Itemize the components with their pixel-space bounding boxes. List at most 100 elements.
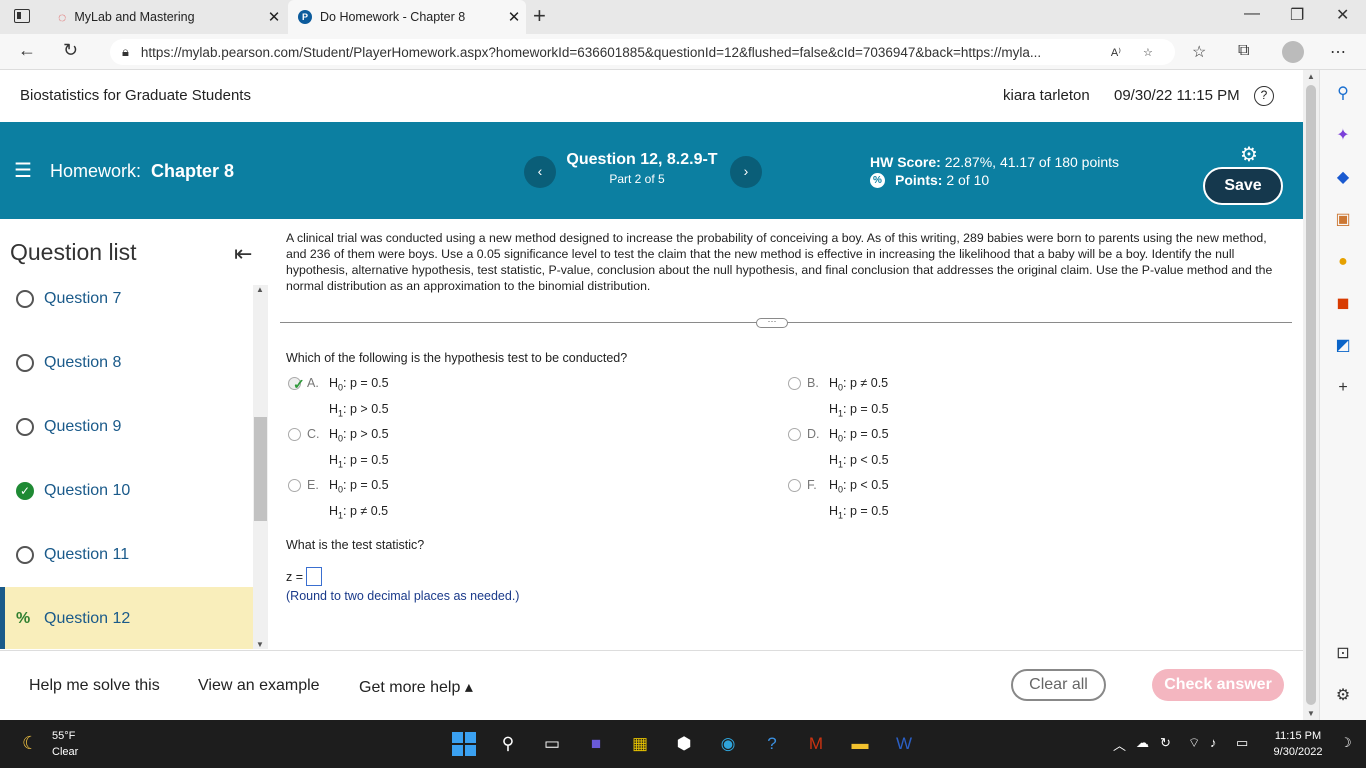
battery-icon[interactable]: ▭ (1236, 735, 1248, 751)
option-d[interactable]: D. H0: p = 0.5 H1: p < 0.5 (788, 424, 889, 475)
back-icon[interactable]: ← (18, 40, 36, 61)
volume-icon[interactable]: ♪ (1210, 735, 1217, 750)
games-icon[interactable]: ● (1333, 252, 1353, 272)
search-icon[interactable]: ⚲ (1333, 84, 1353, 104)
question-item-8[interactable]: Question 8 (0, 331, 253, 395)
scroll-up-arrow-icon[interactable]: ▲ (256, 285, 264, 294)
search-icon[interactable]: ⚲ (496, 732, 520, 756)
user-name: kiara tarleton (1003, 87, 1090, 104)
course-header: Biostatistics for Graduate Students kiar… (0, 70, 1303, 122)
scroll-down-arrow-icon[interactable]: ▼ (1307, 709, 1315, 718)
lock-icon[interactable]: 🔒︎ (122, 44, 129, 60)
tools-icon[interactable]: ▣ (1333, 210, 1353, 230)
selected-radio[interactable]: ✓ (288, 376, 305, 392)
app-icon[interactable]: ⬢ (672, 732, 696, 756)
add-favorite-icon[interactable]: ☆ (1143, 46, 1153, 59)
action-bar: Help me solve this View an example Get m… (0, 650, 1303, 720)
notifications-icon[interactable]: ☽ (1340, 735, 1352, 751)
question-item-9[interactable]: Question 9 (0, 395, 253, 459)
restore-icon[interactable]: ❐ (1290, 5, 1304, 25)
new-tab-icon[interactable]: + (533, 3, 546, 29)
z-answer-input[interactable] (306, 567, 323, 586)
checkmark-icon: ✓ (293, 376, 305, 392)
copilot-icon[interactable]: ✦ (1333, 126, 1353, 146)
question-item-label: Question 12 (44, 610, 131, 627)
expand-dots-icon[interactable]: ··· (756, 317, 788, 328)
unanswered-icon (16, 546, 34, 564)
question-item-10[interactable]: ✓ Question 10 (0, 459, 253, 523)
question-list-scrollbar[interactable]: ▲ ▼ (253, 285, 268, 649)
option-e[interactable]: E. H0: p = 0.5 H1: p ≠ 0.5 (288, 475, 389, 526)
radio-button[interactable] (288, 428, 301, 441)
page-scrollbar[interactable]: ▲ ▼ (1303, 70, 1319, 720)
save-button[interactable]: Save (1203, 167, 1283, 205)
get-more-help-link[interactable]: Get more help ▴ (359, 677, 473, 697)
taskbar-clock[interactable]: 11:15 PM 9/30/2022 (1262, 728, 1334, 760)
browser-tab-homework[interactable]: P Do Homework - Chapter 8 ✕ (288, 0, 526, 34)
task-view-icon[interactable]: ▭ (540, 732, 564, 756)
moon-weather-icon[interactable]: ☾ (22, 733, 38, 754)
option-letter: F. (807, 478, 817, 492)
collections-icon[interactable]: ⧉ (1238, 42, 1249, 60)
option-c[interactable]: C. H0: p > 0.5 H1: p = 0.5 (288, 424, 389, 475)
close-tab-icon[interactable]: ✕ (262, 8, 286, 26)
check-answer-button[interactable]: Check answer (1152, 669, 1284, 701)
collapse-panel-icon[interactable]: ⇤ (234, 241, 252, 267)
close-tab-icon[interactable]: ✕ (502, 8, 526, 26)
store-icon[interactable]: ▦ (628, 732, 652, 756)
file-explorer-icon[interactable]: ▬ (848, 732, 872, 756)
onedrive-icon[interactable]: ☁ (1136, 735, 1149, 751)
radio-button[interactable] (788, 377, 801, 390)
mcafee-icon[interactable]: M (804, 732, 828, 756)
page-scrollbar-thumb[interactable] (1306, 85, 1316, 705)
help-app-icon[interactable]: ? (760, 732, 784, 756)
window-close-icon[interactable]: ✕ (1336, 5, 1349, 25)
scroll-down-arrow-icon[interactable]: ▼ (256, 640, 264, 649)
course-title: Biostatistics for Graduate Students (20, 87, 251, 104)
start-button-icon[interactable] (452, 732, 476, 756)
option-hypotheses: H0: p < 0.5 H1: p = 0.5 (829, 478, 889, 520)
scroll-up-arrow-icon[interactable]: ▲ (1307, 72, 1315, 81)
favorites-icon[interactable]: ☆ (1192, 42, 1206, 62)
minimize-icon[interactable]: — (1244, 5, 1260, 23)
tray-chevron-icon[interactable]: ︿ (1113, 735, 1126, 754)
option-b[interactable]: B. H0: p ≠ 0.5 H1: p = 0.5 (788, 373, 889, 424)
question-item-11[interactable]: Question 11 (0, 523, 253, 587)
radio-button[interactable] (788, 479, 801, 492)
sync-icon[interactable]: ↻ (1160, 735, 1171, 751)
weather-condition: Clear (52, 746, 79, 758)
edge-icon[interactable]: ◉ (716, 732, 740, 756)
question-item-12[interactable]: % Question 12 (0, 587, 253, 649)
shopping-icon[interactable]: ◆ (1333, 168, 1353, 188)
hide-sidebar-icon[interactable]: ⊡ (1333, 644, 1353, 664)
menu-icon[interactable]: ☰ (14, 158, 32, 183)
clear-all-button[interactable]: Clear all (1011, 669, 1106, 701)
help-me-solve-link[interactable]: Help me solve this (29, 677, 160, 695)
profile-avatar[interactable] (1282, 41, 1304, 63)
read-aloud-icon[interactable]: A⁾ (1111, 46, 1121, 59)
office-icon[interactable]: ◼ (1333, 294, 1353, 314)
word-icon[interactable]: W (892, 732, 916, 756)
option-f[interactable]: F. H0: p < 0.5 H1: p = 0.5 (788, 475, 889, 526)
outlook-icon[interactable]: ◩ (1333, 336, 1353, 356)
url-field[interactable]: 🔒︎ https://mylab.pearson.com/Student/Pla… (110, 39, 1175, 65)
pearson-icon: P (298, 10, 312, 24)
option-letter: B. (807, 376, 819, 390)
next-question-button[interactable]: › (730, 156, 762, 188)
wifi-icon[interactable]: ⌔ (1188, 735, 1200, 751)
tab-actions-icon[interactable] (14, 9, 30, 23)
scrollbar-thumb[interactable] (254, 417, 267, 521)
browser-tab-mylab[interactable]: ◌ MyLab and Mastering ✕ (48, 0, 286, 34)
settings-gear-icon[interactable]: ⚙ (1240, 142, 1258, 167)
option-a[interactable]: ✓ A. H0: p = 0.5 H1: p > 0.5 (288, 373, 389, 424)
question-item-7[interactable]: Question 7 (0, 267, 253, 331)
sidebar-settings-icon[interactable]: ⚙ (1333, 686, 1353, 706)
chat-icon[interactable]: ■ (584, 732, 608, 756)
refresh-icon[interactable]: ↻ (63, 40, 78, 61)
view-example-link[interactable]: View an example (198, 677, 320, 695)
more-menu-icon[interactable]: ⋯ (1330, 42, 1346, 62)
radio-button[interactable] (288, 479, 301, 492)
help-icon[interactable]: ? (1254, 86, 1274, 106)
radio-button[interactable] (788, 428, 801, 441)
add-sidebar-app-icon[interactable]: + (1333, 378, 1353, 398)
